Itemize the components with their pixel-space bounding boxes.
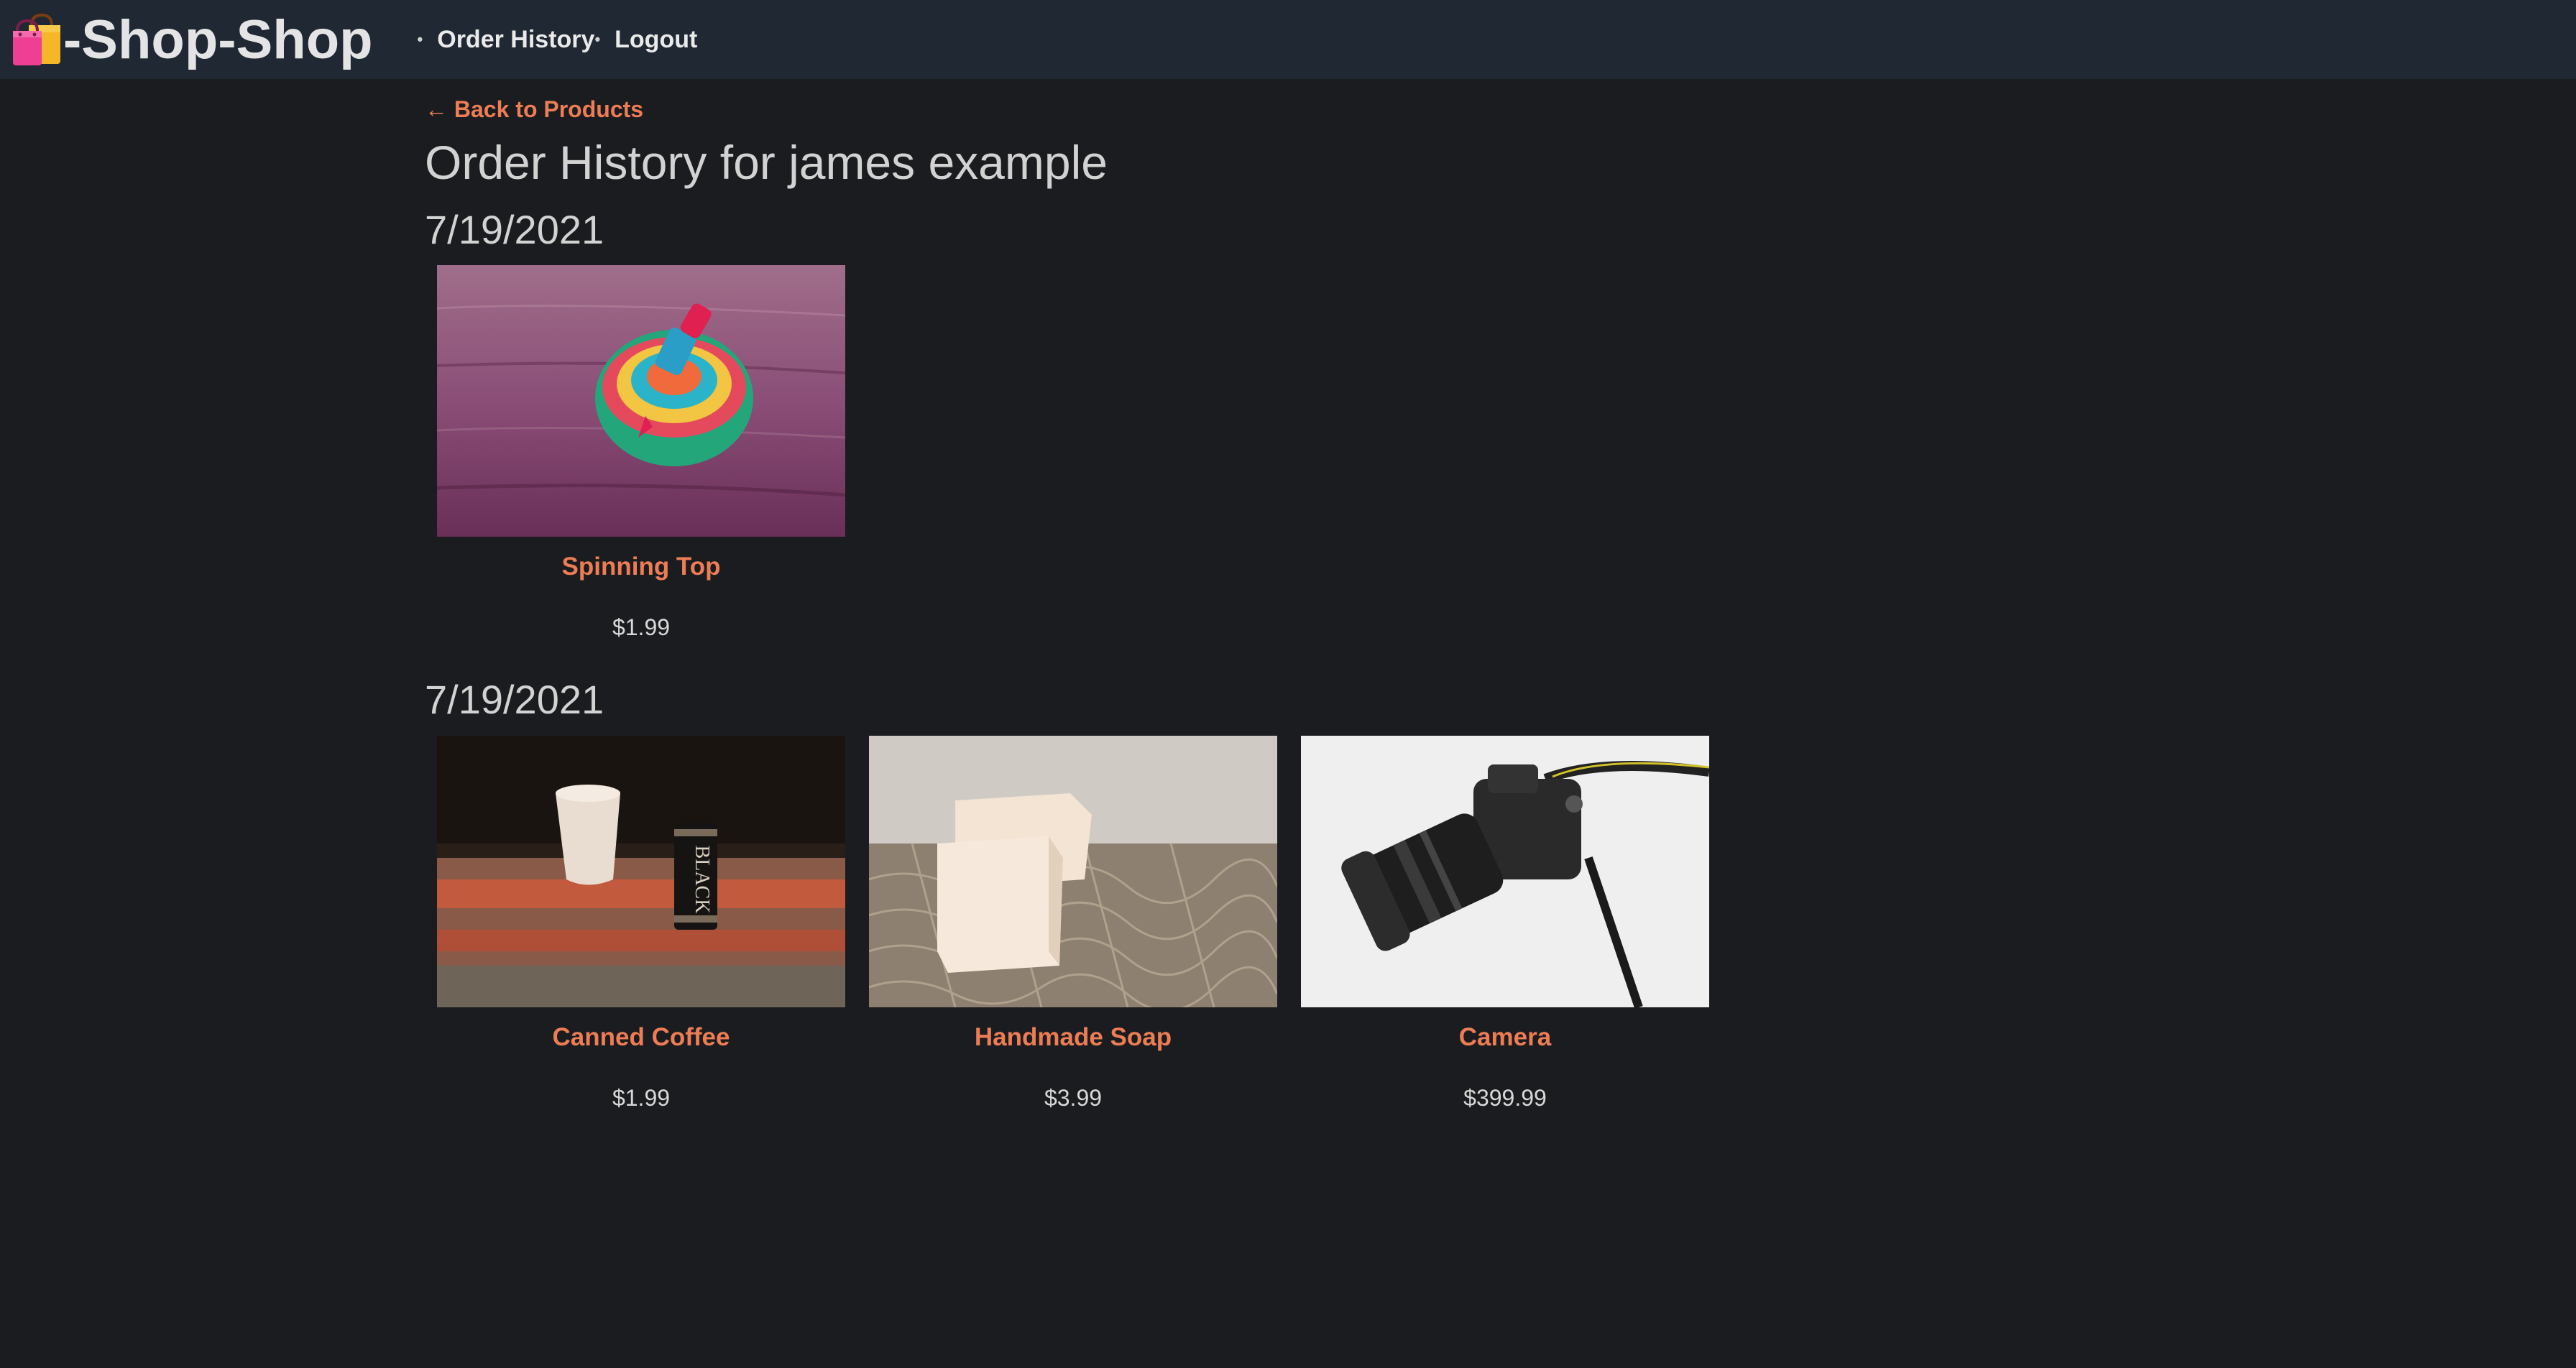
product-name[interactable]: Spinning Top — [437, 553, 845, 581]
back-to-products-link[interactable]: ← Back to Products — [425, 96, 643, 123]
product-image-link[interactable] — [437, 265, 845, 537]
product-card: Camera $399.99 — [1301, 735, 1709, 1112]
nav-item-logout: • Logout — [594, 26, 697, 54]
product-card: BLACK Canned Coffee $1.99 — [437, 735, 845, 1112]
shopping-bags-icon — [13, 13, 60, 65]
order-group: 7/19/2021 — [425, 205, 2150, 641]
order-date: 7/19/2021 — [425, 207, 604, 253]
product-image-link[interactable] — [869, 735, 1277, 1007]
product-price: $399.99 — [1463, 1084, 1547, 1111]
page-title: Order History for james example — [425, 136, 1108, 189]
order-items: Spinning Top $1.99 — [437, 265, 2150, 641]
logout-link[interactable]: Logout — [615, 26, 697, 54]
brand-name: -Shop-Shop — [63, 9, 373, 70]
spinning-top-image — [437, 265, 845, 537]
main-content: ← Back to Products Order History for jam… — [425, 79, 2150, 1112]
product-name[interactable]: Canned Coffee — [437, 1023, 845, 1052]
product-card: Spinning Top $1.99 — [437, 265, 845, 641]
handmade-soap-image — [869, 735, 1277, 1007]
product-price: $1.99 — [612, 614, 671, 641]
product-price: $1.99 — [612, 1084, 671, 1111]
order-history-link[interactable]: Order History — [437, 26, 594, 54]
brand-link[interactable]: -Shop-Shop — [10, 9, 373, 71]
canned-coffee-image: BLACK — [437, 735, 845, 1007]
product-name[interactable]: Handmade Soap — [869, 1023, 1277, 1052]
top-navbar: -Shop-Shop • Order History • Logout — [0, 0, 2576, 79]
product-image-link[interactable]: BLACK — [437, 735, 845, 1007]
product-name[interactable]: Camera — [1301, 1023, 1709, 1052]
nav-item-order-history: • Order History — [418, 26, 595, 54]
order-items: BLACK Canned Coffee $1.99 Handmade Soap … — [437, 735, 2150, 1112]
order-group: 7/19/2021 — [425, 675, 2150, 1111]
camera-image — [1301, 735, 1709, 1007]
product-image-link[interactable] — [1301, 735, 1709, 1007]
nav-menu: • Order History • Logout — [418, 26, 698, 54]
order-date: 7/19/2021 — [425, 677, 604, 723]
nav-bullet: • — [594, 30, 601, 48]
nav-bullet: • — [417, 30, 423, 48]
product-price: $3.99 — [1044, 1084, 1103, 1111]
svg-text:BLACK: BLACK — [691, 845, 713, 913]
product-card: Handmade Soap $3.99 — [869, 735, 1277, 1112]
